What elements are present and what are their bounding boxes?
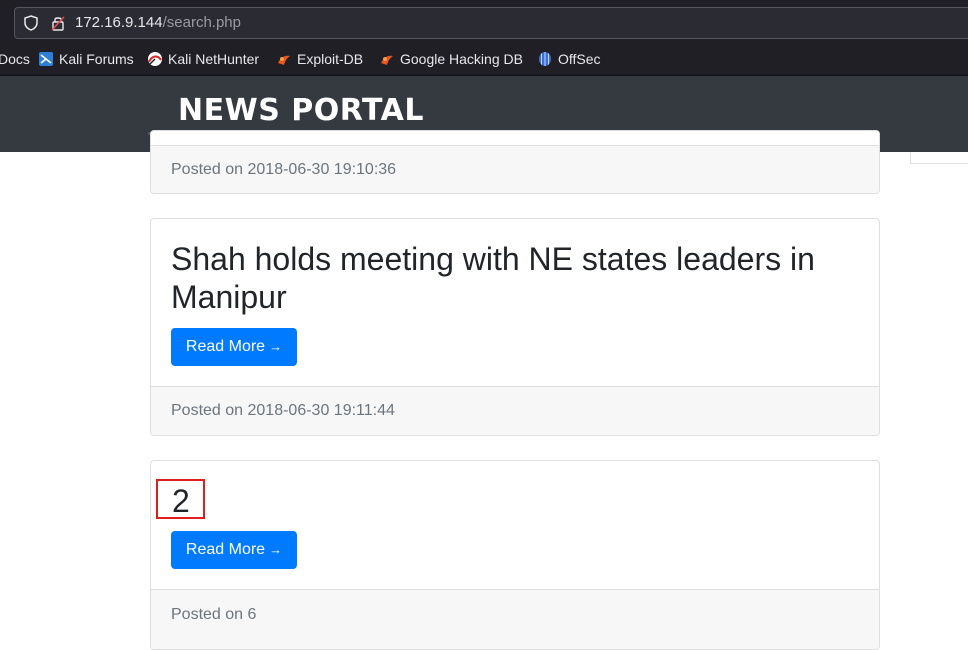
sidebar-widget-edge [910,152,968,164]
post-date: Posted on 2018-06-30 19:10:36 [151,145,879,193]
bookmark-exploit-db[interactable]: Exploit-DB [276,44,363,75]
bookmark-offsec[interactable]: OffSec [537,44,601,75]
kali-forums-icon [39,52,53,66]
bookmark-docs[interactable]: Docs [0,44,30,75]
bookmark-label: Exploit-DB [297,51,364,67]
url-host: 172.16.9.144 [75,14,163,31]
bookmark-label: OffSec [558,51,601,67]
button-label: Read More [185,541,266,558]
bookmark-label: Google Hacking DB [400,51,523,67]
post-card: Shah holds meeting with NE states leader… [150,218,880,436]
bookmark-kali-nethunter[interactable]: Kali NetHunter [147,44,259,75]
arrow-right-icon: → [269,542,283,557]
bookmarks-bar: Docs Kali Forums Kali NetHunter Exploit-… [0,44,968,76]
kali-nethunter-icon [148,52,162,66]
site-brand-logo[interactable]: NEWS PORTAL [178,92,424,130]
arrow-right-icon: → [269,339,283,354]
button-label: Read More [185,338,266,355]
read-more-button[interactable]: Read More → [171,531,297,569]
google-hacking-db-icon [381,55,393,65]
shield-icon[interactable] [23,15,39,31]
post-title: 2 [172,483,190,519]
address-bar[interactable]: 172.16.9.144/search.php [14,7,968,39]
insecure-lock-icon[interactable] [51,15,65,31]
post-card: 2 Read More → Posted on 6 [150,460,880,650]
post-title: Shah holds meeting with NE states leader… [171,241,815,315]
bookmark-label: Docs [0,51,30,67]
post-date: Posted on 6 [151,589,879,649]
offsec-icon [539,52,551,66]
bookmark-label: Kali Forums [59,51,134,67]
browser-toolbar: 172.16.9.144/search.php [0,0,968,44]
exploit-db-icon [278,55,290,65]
post-card: Posted on 2018-06-30 19:10:36 [150,130,880,194]
annotation-highlight-box [156,479,205,519]
url-path: /search.php [162,14,241,31]
post-date: Posted on 2018-06-30 19:11:44 [151,386,879,435]
bookmark-google-hacking-db[interactable]: Google Hacking DB [379,44,523,75]
bookmark-kali-forums[interactable]: Kali Forums [38,44,134,75]
read-more-button[interactable]: Read More → [171,328,297,366]
bookmark-label: Kali NetHunter [168,51,260,67]
url-text[interactable]: 172.16.9.144/search.php [75,8,241,38]
